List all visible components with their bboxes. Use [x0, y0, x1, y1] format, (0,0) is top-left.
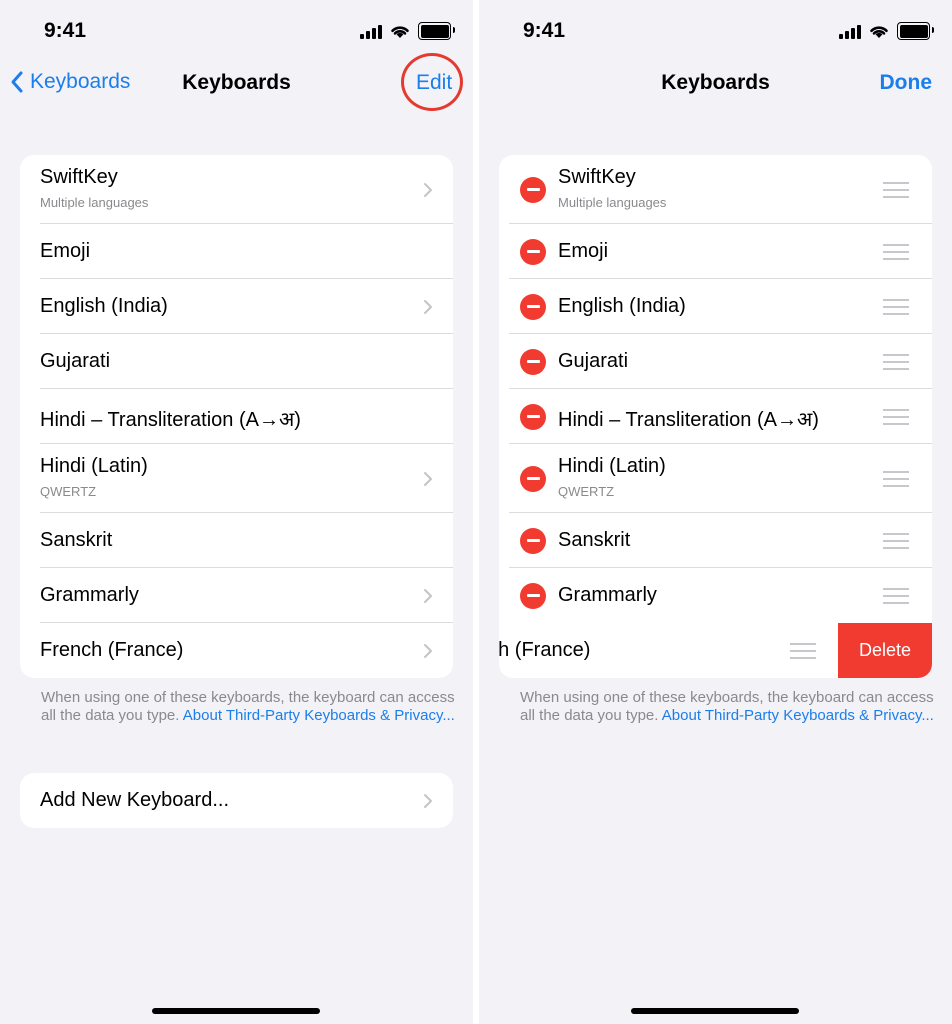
chevron-right-icon	[423, 299, 433, 315]
reorder-handle-icon[interactable]	[883, 353, 909, 375]
keyboard-row-emoji[interactable]: Emoji	[20, 224, 453, 279]
keyboard-row-hindi-transliteration: Hindi – Transliteration (A→अ)	[499, 389, 932, 444]
keyboard-name: SwiftKey	[40, 166, 118, 188]
keyboards-list-editing: SwiftKey Multiple languages Emoji Englis…	[499, 155, 932, 678]
reorder-handle-icon[interactable]	[883, 587, 909, 609]
keyboard-name: Sanskrit	[40, 529, 113, 551]
keyboard-name: Hindi (Latin)	[40, 455, 148, 477]
keyboard-subtitle: Multiple languages	[558, 195, 667, 210]
delete-button[interactable]: Delete	[838, 623, 932, 678]
highlight-circle	[401, 53, 463, 111]
keyboard-subtitle: Multiple languages	[40, 195, 149, 210]
keyboards-screen-editing: 9:41 Keyboards Done SwiftKey Multiple la…	[479, 0, 952, 1024]
privacy-footer: When using one of these keyboards, the k…	[520, 689, 952, 725]
privacy-link[interactable]: About Third-Party Keyboards & Privacy...	[183, 707, 455, 724]
battery-icon	[897, 22, 934, 40]
remove-icon[interactable]	[520, 403, 546, 430]
reorder-handle-icon[interactable]	[883, 532, 909, 554]
status-time: 9:41	[523, 19, 566, 42]
chevron-right-icon	[423, 588, 433, 604]
reorder-handle-icon[interactable]	[883, 408, 909, 430]
keyboard-name: Emoji	[558, 240, 609, 262]
add-new-keyboard-button[interactable]: Add New Keyboard...	[20, 773, 453, 828]
keyboard-name: English (India)	[558, 295, 686, 317]
done-button[interactable]: Done	[880, 71, 933, 95]
remove-icon[interactable]	[520, 465, 546, 492]
battery-icon	[418, 22, 455, 40]
keyboard-row-french-france[interactable]: French (France)	[20, 623, 453, 678]
remove-icon[interactable]	[520, 238, 546, 265]
keyboard-row-english-india[interactable]: English (India)	[20, 279, 453, 334]
keyboard-name: Hindi (Latin)	[558, 455, 666, 477]
keyboard-name: Gujarati	[40, 350, 111, 372]
remove-icon[interactable]	[520, 527, 546, 554]
keyboard-row-swiftkey[interactable]: SwiftKey Multiple languages	[20, 155, 453, 224]
reorder-handle-icon[interactable]	[883, 470, 909, 492]
keyboard-row-sanskrit[interactable]: Sanskrit	[20, 513, 453, 568]
keyboard-subtitle: QWERTZ	[558, 484, 615, 499]
keyboard-name: English (India)	[40, 295, 168, 317]
keyboard-name: French (France)	[40, 639, 184, 661]
status-icons	[360, 22, 455, 40]
chevron-right-icon	[423, 182, 433, 198]
remove-icon[interactable]	[520, 293, 546, 320]
chevron-right-icon	[423, 793, 433, 809]
chevron-right-icon	[423, 643, 433, 659]
keyboard-row-grammarly: Grammarly	[499, 568, 932, 623]
add-keyboard-label: Add New Keyboard...	[40, 789, 229, 811]
keyboard-name: Grammarly	[40, 584, 139, 606]
keyboard-name: Hindi – Transliteration (A→अ)	[40, 409, 301, 431]
reorder-handle-icon[interactable]	[790, 642, 816, 664]
keyboards-list: SwiftKey Multiple languages Emoji Englis…	[20, 155, 453, 678]
wifi-icon	[391, 25, 409, 38]
keyboard-name: Emoji	[40, 240, 91, 262]
keyboard-row-emoji: Emoji	[499, 224, 932, 279]
keyboard-subtitle: QWERTZ	[40, 484, 97, 499]
reorder-handle-icon[interactable]	[883, 181, 909, 203]
keyboard-row-hindi-latin: Hindi (Latin) QWERTZ	[499, 444, 932, 513]
home-indicator	[152, 1008, 320, 1014]
status-icons	[839, 22, 934, 40]
keyboard-name: Sanskrit	[558, 529, 631, 551]
keyboard-row-english-india: English (India)	[499, 279, 932, 334]
remove-icon[interactable]	[520, 348, 546, 375]
keyboards-screen-normal: 9:41 Keyboards Keyboards Edit SwiftKey M…	[0, 0, 473, 1024]
home-indicator	[631, 1008, 799, 1014]
keyboard-name: Grammarly	[558, 584, 657, 606]
keyboard-row-hindi-transliteration[interactable]: Hindi – Transliteration (A→अ)	[20, 389, 453, 444]
signal-icon	[360, 24, 382, 39]
chevron-right-icon	[423, 471, 433, 487]
keyboard-row-swiftkey: SwiftKey Multiple languages	[499, 155, 932, 224]
keyboard-name: Hindi – Transliteration (A→अ)	[558, 409, 819, 431]
keyboard-row-french-france-swiped: nch (France) Delete	[499, 623, 932, 678]
remove-icon[interactable]	[520, 176, 546, 203]
reorder-handle-icon[interactable]	[883, 243, 909, 265]
keyboard-row-sanskrit: Sanskrit	[499, 513, 932, 568]
keyboard-name: Gujarati	[558, 350, 629, 372]
keyboard-name: SwiftKey	[558, 166, 636, 188]
reorder-handle-icon[interactable]	[883, 298, 909, 320]
remove-icon[interactable]	[520, 582, 546, 609]
signal-icon	[839, 24, 861, 39]
wifi-icon	[870, 25, 888, 38]
privacy-footer: When using one of these keyboards, the k…	[41, 689, 473, 725]
add-keyboard-group: Add New Keyboard...	[20, 773, 453, 828]
keyboard-row-gujarati: Gujarati	[499, 334, 932, 389]
status-time: 9:41	[44, 19, 87, 42]
privacy-link[interactable]: About Third-Party Keyboards & Privacy...	[662, 707, 934, 724]
keyboard-row-hindi-latin[interactable]: Hindi (Latin) QWERTZ	[20, 444, 453, 513]
keyboard-name: nch (France)	[499, 639, 591, 661]
keyboard-row-gujarati[interactable]: Gujarati	[20, 334, 453, 389]
keyboard-row-grammarly[interactable]: Grammarly	[20, 568, 453, 623]
